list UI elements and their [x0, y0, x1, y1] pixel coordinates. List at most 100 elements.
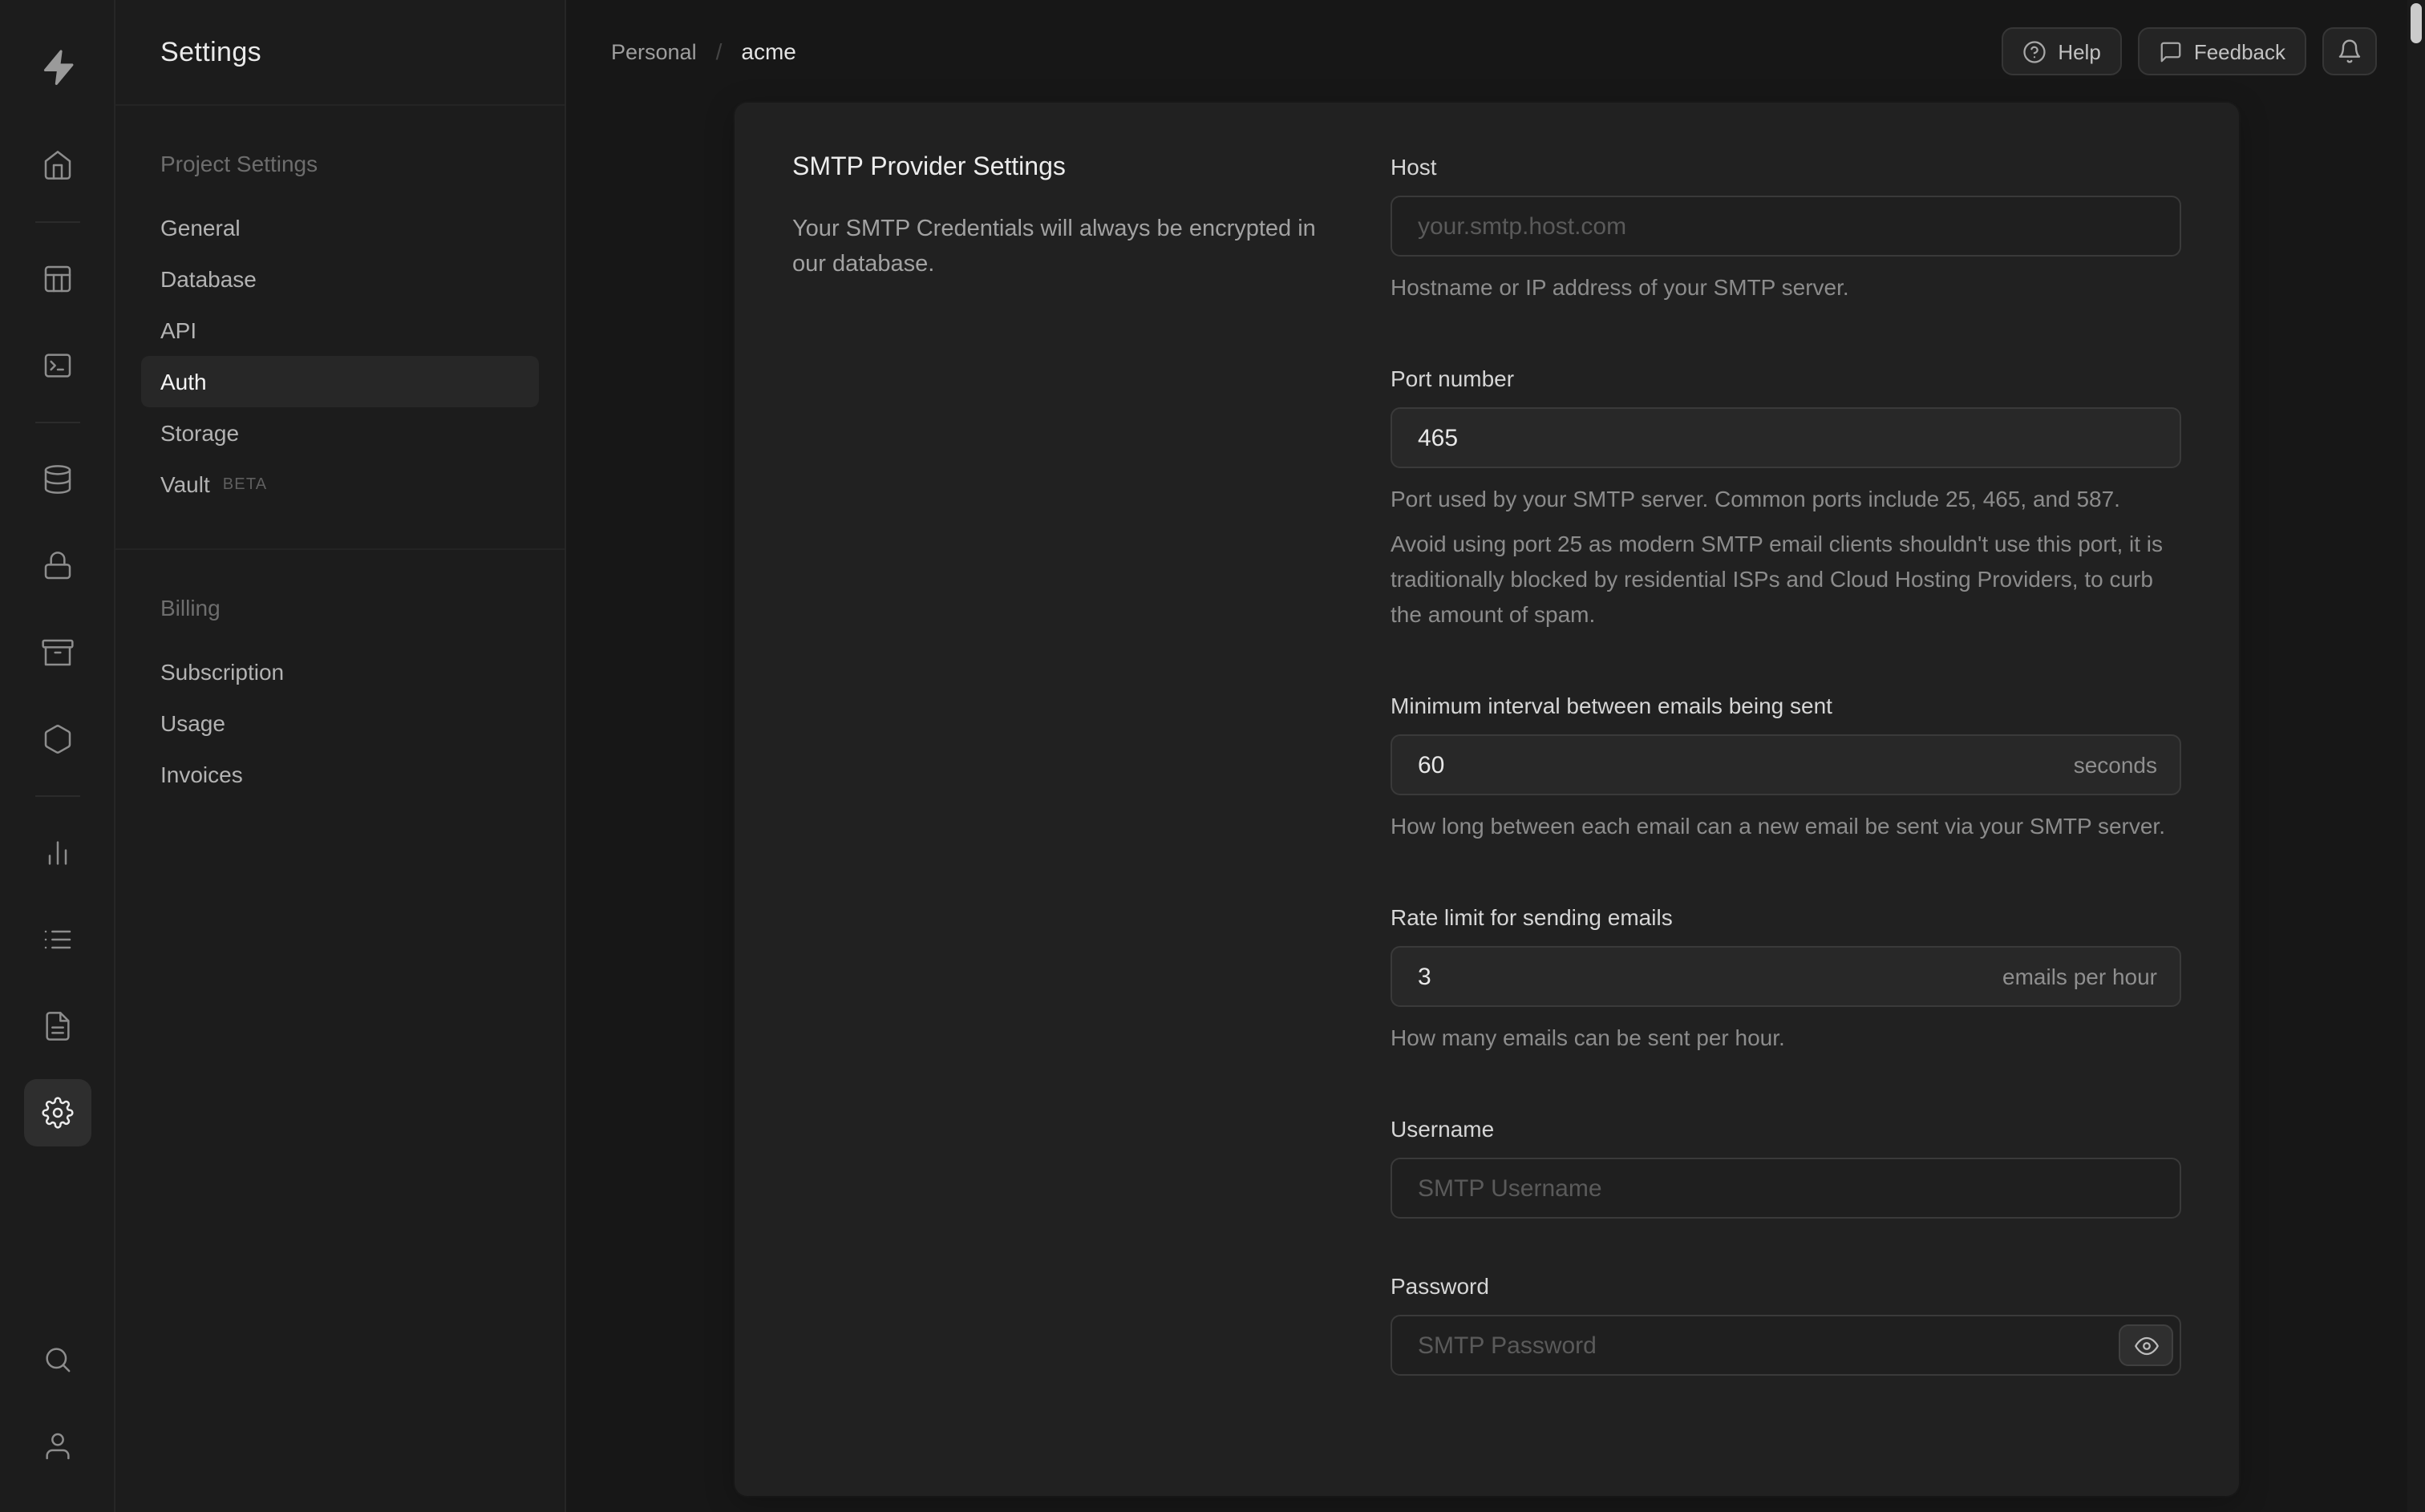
- rate-limit-input-wrap: emails per hour: [1391, 946, 2181, 1007]
- sidebar-item-auth[interactable]: Auth: [141, 356, 539, 407]
- panel-info-column: SMTP Provider Settings Your SMTP Credent…: [792, 151, 1322, 1376]
- sidebar-item-vault[interactable]: Vault BETA: [141, 459, 539, 510]
- logs-icon: [43, 930, 71, 949]
- sidebar-title: Settings: [160, 36, 262, 67]
- feedback-button-label: Feedback: [2193, 39, 2285, 63]
- sidebar-item-label: Invoices: [160, 762, 243, 787]
- panel-title: SMTP Provider Settings: [792, 154, 1066, 181]
- password-input[interactable]: [1391, 1315, 2181, 1376]
- minimum-interval-input[interactable]: [1391, 734, 2181, 795]
- rail-docs-button[interactable]: [23, 993, 91, 1060]
- sidebar-item-general[interactable]: General: [141, 202, 539, 253]
- help-button[interactable]: Help: [2002, 27, 2122, 75]
- minimum-interval-help-text: How long between each email can a new em…: [1391, 813, 2165, 839]
- username-label: Username: [1391, 1116, 1495, 1142]
- sidebar-item-database[interactable]: Database: [141, 253, 539, 305]
- sidebar-item-api[interactable]: API: [141, 305, 539, 356]
- topbar-actions: Help Feedback: [2002, 27, 2377, 75]
- field-port: Port number Port used by your SMTP serve…: [1391, 362, 2181, 632]
- sidebar-item-label: API: [160, 317, 197, 343]
- app-window: Settings Project Settings General Databa…: [0, 0, 2425, 1512]
- rail-edge-functions-button[interactable]: [23, 705, 91, 773]
- lock-icon: [43, 552, 71, 580]
- icon-rail: [0, 0, 115, 1512]
- sidebar-item-label: Storage: [160, 420, 240, 446]
- rail-auth-button[interactable]: [23, 532, 91, 600]
- scrollbar-thumb[interactable]: [2411, 3, 2422, 43]
- topbar: Personal / acme Help Feedback: [566, 0, 2425, 103]
- sidebar-item-invoices[interactable]: Invoices: [141, 749, 539, 800]
- panel-form-column: Host Hostname or IP address of your SMTP…: [1391, 151, 2181, 1376]
- smtp-settings-panel: SMTP Provider Settings Your SMTP Credent…: [735, 103, 2239, 1496]
- home-icon: [43, 151, 71, 180]
- section-heading: Billing: [160, 595, 221, 621]
- breadcrumb-project[interactable]: acme: [741, 38, 796, 64]
- rail-account-button[interactable]: [23, 1413, 91, 1480]
- host-label: Host: [1391, 154, 1437, 180]
- message-icon: [2159, 39, 2183, 63]
- field-minimum-interval: Minimum interval between emails being se…: [1391, 689, 2181, 843]
- sidebar-header: Settings: [115, 0, 565, 106]
- sidebar-item-subscription[interactable]: Subscription: [141, 646, 539, 697]
- rail-storage-button[interactable]: [23, 619, 91, 686]
- scrollbar-track[interactable]: [2407, 0, 2425, 1512]
- rail-reports-button[interactable]: [23, 819, 91, 887]
- rail-divider: [34, 422, 79, 423]
- rail-settings-button[interactable]: [23, 1079, 91, 1146]
- minimum-interval-label: Minimum interval between emails being se…: [1391, 693, 1832, 718]
- sidebar-item-label: Vault: [160, 471, 210, 497]
- rail-sql-editor-button[interactable]: [23, 332, 91, 399]
- port-input-wrap: [1391, 407, 2181, 468]
- sidebar-item-label: Usage: [160, 710, 225, 736]
- password-input-wrap: [1391, 1315, 2181, 1376]
- sidebar-section-project-settings: Project Settings General Database API Au…: [115, 106, 565, 548]
- sidebar-item-usage[interactable]: Usage: [141, 697, 539, 749]
- notifications-button[interactable]: [2322, 27, 2377, 75]
- sidebar-item-label: Subscription: [160, 659, 285, 685]
- section-heading: Project Settings: [160, 151, 318, 176]
- sql-editor-icon: [43, 354, 71, 378]
- field-username: Username: [1391, 1113, 2181, 1219]
- rail-home-button[interactable]: [23, 131, 91, 199]
- storage-icon: [41, 639, 73, 666]
- sidebar-item-label: General: [160, 215, 241, 241]
- rail-divider: [34, 795, 79, 797]
- bell-icon: [2337, 38, 2362, 64]
- reveal-password-button[interactable]: [2119, 1324, 2173, 1366]
- password-label: Password: [1391, 1273, 1489, 1299]
- rail-divider: [34, 221, 79, 223]
- rate-limit-input[interactable]: [1391, 946, 2181, 1007]
- docs-icon: [45, 1012, 69, 1041]
- table-editor-icon: [43, 265, 71, 293]
- rail-database-button[interactable]: [23, 446, 91, 513]
- host-input[interactable]: [1391, 196, 2181, 257]
- username-input[interactable]: [1391, 1158, 2181, 1219]
- search-icon: [45, 1348, 70, 1373]
- user-icon: [45, 1433, 69, 1460]
- port-help-text: Port used by your SMTP server. Common po…: [1391, 486, 2120, 511]
- database-icon: [43, 465, 71, 494]
- beta-badge: BETA: [222, 475, 268, 493]
- sidebar-section-billing: Billing Subscription Usage Invoices: [115, 548, 565, 839]
- rail-logs-button[interactable]: [23, 906, 91, 973]
- main-area: Personal / acme Help Feedback SMTP Provi…: [566, 0, 2425, 1512]
- content-area: SMTP Provider Settings Your SMTP Credent…: [566, 103, 2425, 1512]
- host-input-wrap: [1391, 196, 2181, 257]
- breadcrumb: Personal / acme: [611, 38, 796, 64]
- breadcrumb-org[interactable]: Personal: [611, 39, 697, 63]
- rail-table-editor-button[interactable]: [23, 245, 91, 313]
- sidebar-item-label: Database: [160, 266, 257, 292]
- reports-icon: [47, 841, 67, 865]
- rail-search-button[interactable]: [23, 1326, 91, 1393]
- host-help-text: Hostname or IP address of your SMTP serv…: [1391, 274, 1849, 300]
- port-input[interactable]: [1391, 407, 2181, 468]
- sidebar-item-storage[interactable]: Storage: [141, 407, 539, 459]
- port-warning-text: Avoid using port 25 as modern SMTP email…: [1391, 531, 2164, 627]
- field-host: Host Hostname or IP address of your SMTP…: [1391, 151, 2181, 305]
- field-rate-limit: Rate limit for sending emails emails per…: [1391, 901, 2181, 1055]
- feedback-button[interactable]: Feedback: [2137, 27, 2306, 75]
- settings-gear-icon: [41, 1097, 73, 1129]
- supabase-logo[interactable]: [22, 32, 92, 103]
- eye-icon: [2134, 1336, 2158, 1355]
- rate-limit-label: Rate limit for sending emails: [1391, 904, 1673, 930]
